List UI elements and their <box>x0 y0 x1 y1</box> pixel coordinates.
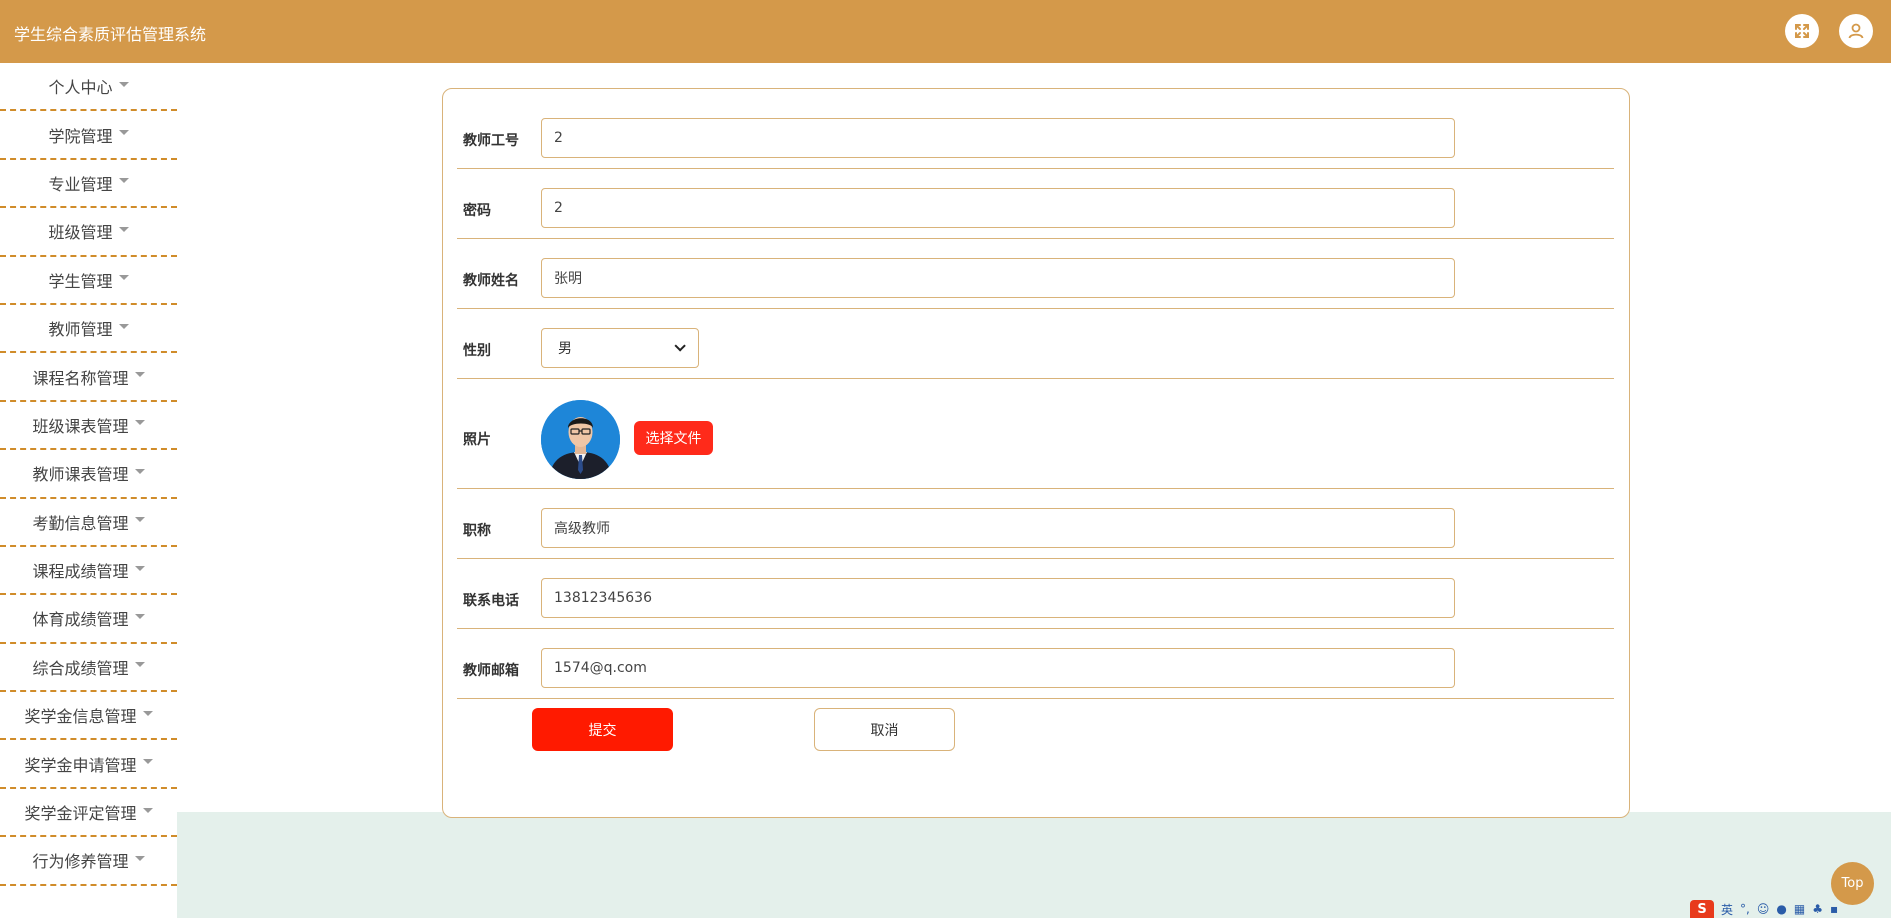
caret-down-icon <box>142 759 153 765</box>
sidebar-item-label: 体育成绩管理 <box>32 610 129 630</box>
sidebar-item-label: 奖学金评定管理 <box>24 804 137 824</box>
phone-input[interactable]: 13812345636 <box>541 578 1455 618</box>
sidebar-item-college[interactable]: 学院管理 <box>0 111 177 160</box>
caret-down-icon <box>142 807 153 813</box>
app-title: 学生综合素质评估管理系统 <box>14 25 207 44</box>
caret-down-icon <box>134 613 145 619</box>
top-header: 学生综合素质评估管理系统 <box>0 0 1891 63</box>
email-label: 教师邮箱 <box>463 663 519 679</box>
form-row-password: 密码 2 <box>457 169 1614 239</box>
caret-down-icon <box>118 323 129 329</box>
sidebar-item-label: 学院管理 <box>48 126 113 146</box>
teacher-id-input[interactable]: 2 <box>541 118 1455 158</box>
form-row-teacher-id: 教师工号 2 <box>457 89 1614 169</box>
sidebar: 个人中心 学院管理 专业管理 班级管理 学生管理 教师管理 课程名称管理 班级课… <box>0 63 177 918</box>
gender-selected-value: 男 <box>558 341 572 357</box>
name-input[interactable]: 张明 <box>541 258 1455 298</box>
caret-down-icon <box>118 275 129 281</box>
caret-down-icon <box>134 855 145 861</box>
sidebar-item-label: 考勤信息管理 <box>32 513 129 533</box>
sidebar-item-label: 专业管理 <box>48 174 113 194</box>
sidebar-item-label: 班级管理 <box>48 223 113 243</box>
punctuation-icon[interactable]: °, <box>1740 902 1750 916</box>
job-title-input[interactable]: 高级教师 <box>541 508 1455 548</box>
sidebar-item-course-name[interactable]: 课程名称管理 <box>0 353 177 402</box>
form-row-gender: 性别 男 <box>457 309 1614 379</box>
teacher-photo <box>541 400 620 479</box>
fullscreen-icon <box>1795 24 1809 38</box>
gender-label: 性别 <box>463 343 491 359</box>
form-row-name: 教师姓名 张明 <box>457 239 1614 309</box>
content-background <box>177 812 1891 918</box>
back-to-top-button[interactable]: Top <box>1831 862 1874 905</box>
password-label: 密码 <box>463 203 491 219</box>
sidebar-item-label: 学生管理 <box>48 271 113 291</box>
caret-down-icon <box>134 517 145 523</box>
phone-label: 联系电话 <box>463 593 519 609</box>
user-button[interactable] <box>1839 14 1873 48</box>
sidebar-item-major[interactable]: 专业管理 <box>0 160 177 209</box>
gender-select[interactable]: 男 <box>541 328 699 368</box>
sidebar-item-label: 综合成绩管理 <box>32 658 129 678</box>
sidebar-item-label: 奖学金信息管理 <box>24 707 137 727</box>
skin-icon[interactable]: ♣ <box>1812 902 1823 916</box>
ime-language-toggle[interactable]: 英 <box>1721 901 1733 918</box>
sidebar-item-pe-grades[interactable]: 体育成绩管理 <box>0 595 177 644</box>
sidebar-item-label: 个人中心 <box>48 78 113 98</box>
sidebar-item-scholarship-apply[interactable]: 奖学金申请管理 <box>0 740 177 789</box>
form-row-photo: 照片 选择文件 <box>457 379 1614 489</box>
choose-file-button[interactable]: 选择文件 <box>634 421 713 455</box>
caret-down-icon <box>134 662 145 668</box>
sidebar-item-class-schedule[interactable]: 班级课表管理 <box>0 402 177 451</box>
sidebar-item-student[interactable]: 学生管理 <box>0 257 177 305</box>
sidebar-item-scholarship-info[interactable]: 奖学金信息管理 <box>0 692 177 741</box>
job-title-label: 职称 <box>463 523 491 539</box>
form-row-job-title: 职称 高级教师 <box>457 489 1614 559</box>
sidebar-item-class[interactable]: 班级管理 <box>0 208 177 257</box>
caret-down-icon <box>142 710 153 716</box>
caret-down-icon <box>118 178 129 184</box>
cancel-button[interactable]: 取消 <box>814 708 955 751</box>
sidebar-item-personal-center[interactable]: 个人中心 <box>0 63 177 112</box>
sidebar-item-course-grades[interactable]: 课程成绩管理 <box>0 547 177 596</box>
submit-button[interactable]: 提交 <box>532 708 673 751</box>
sidebar-item-label: 课程名称管理 <box>32 368 129 388</box>
sidebar-item-label: 行为修养管理 <box>32 852 129 872</box>
sidebar-item-label: 奖学金申请管理 <box>24 755 137 775</box>
email-input[interactable]: 1574@q.com <box>541 648 1455 688</box>
caret-down-icon <box>134 565 145 571</box>
sidebar-item-scholarship-review[interactable]: 奖学金评定管理 <box>0 789 177 838</box>
sidebar-item-label: 教师管理 <box>48 320 113 340</box>
sidebar-item-label: 班级课表管理 <box>32 416 129 436</box>
caret-down-icon <box>118 81 129 87</box>
microphone-icon[interactable]: ● <box>1776 902 1786 916</box>
form-row-email: 教师邮箱 1574@q.com <box>457 629 1614 699</box>
photo-label: 照片 <box>463 432 491 448</box>
toolbox-icon[interactable]: ▪ <box>1830 902 1838 916</box>
fullscreen-button[interactable] <box>1785 14 1819 48</box>
sidebar-item-overall-grades[interactable]: 综合成绩管理 <box>0 644 177 693</box>
caret-down-icon <box>134 420 145 426</box>
caret-down-icon <box>118 226 129 232</box>
form-row-phone: 联系电话 13812345636 <box>457 559 1614 629</box>
portrait-image <box>541 400 620 479</box>
emoji-icon[interactable]: ☺ <box>1757 902 1770 916</box>
ime-toolbar: S 英 °, ☺ ● ▦ ♣ ▪ <box>1690 900 1891 918</box>
sidebar-item-teacher[interactable]: 教师管理 <box>0 305 177 354</box>
password-input[interactable]: 2 <box>541 188 1455 228</box>
user-icon <box>1848 23 1864 39</box>
sidebar-item-teacher-schedule[interactable]: 教师课表管理 <box>0 450 177 499</box>
sidebar-item-label: 教师课表管理 <box>32 465 129 485</box>
keyboard-icon[interactable]: ▦ <box>1794 902 1805 916</box>
teacher-id-label: 教师工号 <box>463 133 519 149</box>
caret-down-icon <box>134 372 145 378</box>
sidebar-item-label: 课程成绩管理 <box>32 562 129 582</box>
name-label: 教师姓名 <box>463 273 519 289</box>
sidebar-item-conduct[interactable]: 行为修养管理 <box>0 837 177 886</box>
chevron-down-icon <box>674 340 686 352</box>
caret-down-icon <box>134 468 145 474</box>
sogou-logo-icon: S <box>1690 900 1714 918</box>
caret-down-icon <box>118 130 129 136</box>
sidebar-item-attendance[interactable]: 考勤信息管理 <box>0 499 177 547</box>
